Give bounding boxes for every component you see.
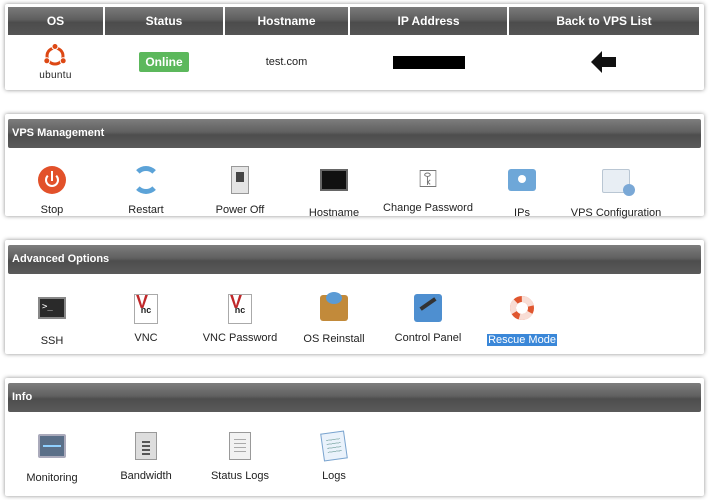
vnc-password-label: VNC Password [202, 332, 278, 344]
status-badge: Online [139, 52, 189, 72]
status-logs-label: Status Logs [210, 470, 270, 482]
monitoring-button[interactable]: Monitoring [2, 430, 102, 484]
hostname-button[interactable]: Hostname [284, 164, 384, 219]
status-logs-button[interactable]: Status Logs [190, 430, 290, 482]
os-name: ubuntu [39, 70, 72, 81]
config-icon [602, 169, 635, 196]
ssh-button[interactable]: >_ SSH [2, 292, 102, 347]
terminal-icon: >_ [38, 297, 66, 319]
ubuntu-icon [43, 43, 68, 66]
header-os: OS [8, 7, 103, 35]
control-panel-icon [414, 294, 442, 322]
header-hostname: Hostname [225, 7, 348, 35]
ips-button[interactable]: IPs [472, 164, 572, 219]
ubuntu-logo: ubuntu [39, 43, 71, 81]
control-panel-button[interactable]: Control Panel [378, 292, 478, 344]
monitor-graph-icon [38, 434, 66, 458]
vnc-password-button[interactable]: nc VNC Password [190, 287, 290, 344]
power-off-label: Power Off [215, 204, 265, 216]
bandwidth-icon [135, 432, 157, 460]
control-panel-label: Control Panel [394, 332, 462, 344]
power-icon [38, 166, 66, 194]
vps-table-row: ubuntu Online test.com [5, 35, 704, 89]
rescue-mode-button[interactable]: Rescue Mode [472, 292, 572, 346]
restart-button[interactable]: Restart [96, 164, 196, 216]
bandwidth-label: Bandwidth [120, 470, 172, 482]
ssh-label: SSH [40, 335, 64, 347]
vnc-label: VNC [134, 332, 158, 344]
redacted-ip-address [392, 55, 465, 69]
info-panel: Info Monitoring Bandwidth Status Logs Lo… [5, 378, 704, 496]
hostname-value: test.com [265, 56, 308, 68]
vnc-keys-icon: nc [228, 287, 252, 324]
switch-icon [231, 166, 249, 194]
ip-address-cell [350, 35, 507, 89]
hostname-label: Hostname [308, 207, 360, 219]
os-cell: ubuntu [8, 35, 103, 89]
restart-label: Restart [128, 204, 164, 216]
lifebuoy-icon [510, 296, 534, 320]
advanced-options-title: Advanced Options [8, 245, 701, 274]
vps-management-panel: VPS Management Stop Restart Power Off Ho… [2, 114, 704, 219]
status-cell: Online [105, 35, 223, 89]
os-reinstall-label: OS Reinstall [303, 333, 365, 345]
bandwidth-button[interactable]: Bandwidth [96, 430, 196, 482]
left-arrow-icon[interactable] [591, 51, 617, 73]
vps-configuration-label: VPS Configuration [570, 207, 662, 219]
hostname-cell: test.com [225, 35, 348, 89]
restart-icon [132, 166, 160, 194]
vnc-icon: nc [134, 287, 158, 324]
vps-configuration-button[interactable]: VPS Configuration [566, 164, 666, 219]
stop-label: Stop [40, 204, 64, 216]
vps-table-header: OS Status Hostname IP Address Back to VP… [5, 4, 704, 35]
header-status: Status [105, 7, 223, 35]
vps-management-title: VPS Management [8, 119, 701, 148]
info-title: Info [8, 383, 701, 412]
advanced-options-panel: Advanced Options >_ SSH nc VNC nc VNC Pa… [5, 240, 704, 354]
logs-label: Logs [322, 470, 346, 482]
vnc-button[interactable]: nc VNC [96, 287, 196, 344]
package-icon [320, 292, 348, 321]
change-password-button[interactable]: ⚿ Change Password [378, 164, 478, 214]
keys-icon: ⚿ [418, 166, 438, 193]
header-back-to-list: Back to VPS List [509, 7, 699, 35]
power-off-button[interactable]: Power Off [190, 164, 290, 216]
logs-icon [320, 430, 348, 462]
vps-status-panel: OS Status Hostname IP Address Back to VP… [5, 4, 704, 90]
stop-button[interactable]: Stop [2, 164, 102, 216]
monitor-icon [320, 169, 348, 191]
back-cell [509, 35, 699, 89]
monitoring-label: Monitoring [26, 472, 78, 484]
ips-label: IPs [514, 207, 530, 219]
rescue-mode-label: Rescue Mode [487, 334, 557, 346]
network-icon [508, 169, 536, 191]
status-logs-icon [229, 432, 251, 460]
os-reinstall-button[interactable]: OS Reinstall [284, 292, 384, 345]
header-ip-address: IP Address [350, 7, 507, 35]
logs-button[interactable]: Logs [284, 430, 384, 482]
change-password-label: Change Password [383, 202, 473, 214]
